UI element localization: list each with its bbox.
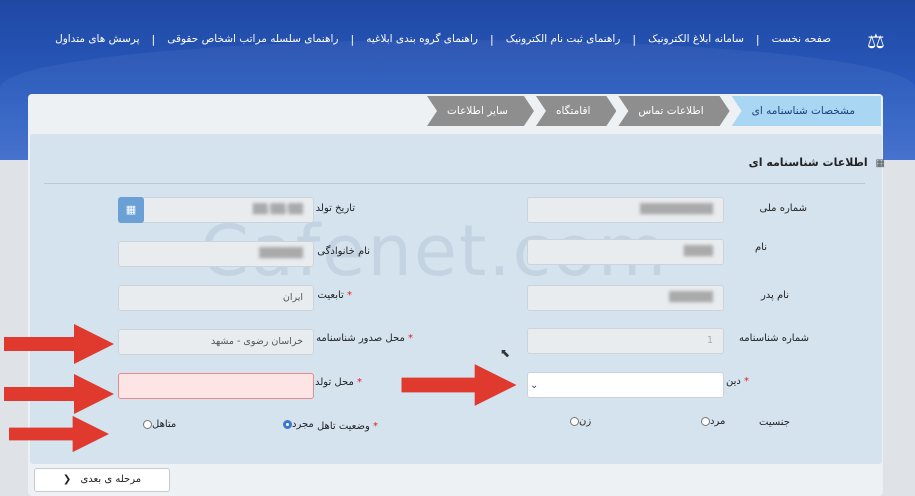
father-name-value-redacted: ██████ xyxy=(669,292,713,303)
annotation-arrow-icon xyxy=(9,415,109,453)
name-field[interactable]: ████ xyxy=(527,239,724,265)
religion-select[interactable] xyxy=(527,372,724,398)
nav-separator: | xyxy=(350,32,355,46)
radio-dot-selected[interactable] xyxy=(283,419,292,429)
nav-grouping-guide[interactable]: راهنمای گروه بندی ابلاغیه xyxy=(354,33,490,45)
step-residence[interactable]: اقامتگاه xyxy=(536,96,616,126)
nav-separator: | xyxy=(151,32,156,46)
required-mark: * xyxy=(373,421,378,432)
required-mark: * xyxy=(744,376,749,387)
mouse-cursor-icon: ⬉ xyxy=(500,346,511,360)
gender-female-text: زن xyxy=(579,416,592,427)
national-id-value-redacted: ██████████ xyxy=(639,204,713,215)
religion-label-text: دین xyxy=(725,376,741,387)
required-mark: * xyxy=(347,290,352,301)
issue-place-label-text: محل صدور شناسنامه xyxy=(316,333,405,344)
annotation-arrow-icon xyxy=(4,374,114,414)
marital-single-radio[interactable]: مجرد xyxy=(280,419,314,430)
nav-e-notice[interactable]: سامانه ابلاغ الکترونیک xyxy=(636,33,756,45)
marital-status-label: * وضعیت تاهل xyxy=(317,421,378,432)
chevron-down-icon[interactable]: ⌄ xyxy=(530,380,538,391)
name-label: نام xyxy=(754,242,767,253)
birth-place-field[interactable] xyxy=(118,373,314,399)
nav-separator: | xyxy=(755,32,760,46)
marital-married-text: متاهل xyxy=(152,419,177,430)
marital-married-radio[interactable]: متاهل xyxy=(140,419,176,430)
id-number-field[interactable]: 1 xyxy=(527,328,724,354)
nav-separator: | xyxy=(632,32,637,46)
radio-dot[interactable] xyxy=(701,416,710,426)
name-value-redacted: ████ xyxy=(683,246,713,257)
nationality-field[interactable]: ایران xyxy=(118,285,314,311)
birth-place-label-text: محل تولد xyxy=(315,377,354,388)
annotation-arrow-icon xyxy=(401,364,517,406)
birth-date-value-redacted: ██/██/██ xyxy=(252,204,303,215)
birth-date-field[interactable]: ██/██/██ xyxy=(118,197,314,223)
radio-dot[interactable] xyxy=(143,419,152,429)
nav-separator: | xyxy=(489,32,494,46)
required-mark: * xyxy=(357,377,362,388)
religion-label: * دین xyxy=(726,376,749,387)
step-identity[interactable]: مشخصات شناسنامه ای xyxy=(731,96,881,126)
step-other[interactable]: سایر اطلاعات xyxy=(427,96,534,126)
birth-place-label: * محل تولد xyxy=(315,377,362,388)
wizard-steps: مشخصات شناسنامه ای اطلاعات تماس اقامتگاه… xyxy=(425,96,881,128)
issue-place-label: * محل صدور شناسنامه xyxy=(316,333,413,344)
nav-hierarchy-guide[interactable]: راهنمای سلسله مراتب اشخاص حقوقی xyxy=(155,33,350,45)
top-navbar: صفحه نخست | سامانه ابلاغ الکترونیک | راه… xyxy=(0,0,915,78)
family-name-label: نام خانوادگی xyxy=(317,246,370,257)
required-mark: * xyxy=(408,333,413,344)
birth-date-label: تاریخ تولد xyxy=(315,203,355,214)
section-divider xyxy=(44,183,865,184)
nav-faq[interactable]: پرسش های متداول xyxy=(43,33,151,45)
nav-register-guide[interactable]: راهنمای ثبت نام الکترونیک xyxy=(494,33,633,45)
national-id-label: شماره ملی xyxy=(759,203,807,214)
marital-status-label-text: وضعیت تاهل xyxy=(316,421,370,432)
chevron-left-icon: ❮ xyxy=(62,474,72,485)
father-name-label: نام پدر xyxy=(760,290,789,301)
national-id-field[interactable]: ██████████ xyxy=(527,197,724,223)
family-name-value-redacted: ██████ xyxy=(259,248,303,259)
next-step-button[interactable]: مرحله ی بعدی ❮ xyxy=(34,468,170,492)
radio-dot[interactable] xyxy=(570,416,579,426)
section-title-text: اطلاعات شناسنامه ای xyxy=(748,156,868,169)
grid-icon: ▦ xyxy=(875,158,885,169)
nationality-label-text: تابعیت xyxy=(317,290,344,301)
family-name-field[interactable]: ██████ xyxy=(118,241,314,267)
father-name-field[interactable]: ██████ xyxy=(527,285,724,311)
section-title: ▦ اطلاعات شناسنامه ای xyxy=(749,156,885,169)
next-step-label: مرحله ی بعدی xyxy=(80,474,142,485)
id-number-label: شماره شناسنامه xyxy=(738,333,809,344)
nav-home[interactable]: صفحه نخست xyxy=(760,33,843,45)
nationality-label: * تابعیت xyxy=(318,290,352,301)
gender-female-radio[interactable]: زن xyxy=(567,416,591,427)
gender-male-radio[interactable]: مرد xyxy=(698,416,725,427)
marital-single-text: مجرد xyxy=(292,419,314,430)
gender-label: جنسیت xyxy=(759,417,790,428)
gender-male-text: مرد xyxy=(710,416,726,427)
step-contact[interactable]: اطلاعات تماس xyxy=(618,96,729,126)
annotation-arrow-icon xyxy=(4,324,114,364)
calendar-icon[interactable]: ▦ xyxy=(118,197,144,223)
issue-place-field[interactable]: خراسان رضوی - مشهد xyxy=(118,329,314,355)
